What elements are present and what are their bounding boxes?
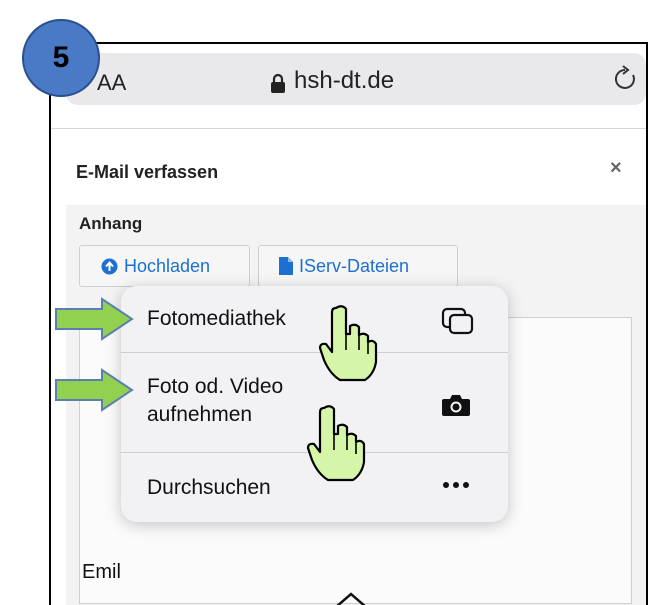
menu-item-label: Fotomediathek <box>147 307 286 330</box>
menu-item-label: Durchsuchen <box>147 476 271 499</box>
close-icon[interactable]: × <box>610 157 622 180</box>
url-domain[interactable]: hsh-dt.de <box>294 67 394 95</box>
modal-title: E-Mail verfassen <box>76 162 219 182</box>
upload-button[interactable]: Hochladen <box>79 245 250 287</box>
step-number-badge: 5 <box>22 19 100 97</box>
camera-icon <box>442 395 470 416</box>
iserv-files-button-label: IServ-Dateien <box>299 255 410 276</box>
iserv-files-button[interactable]: IServ-Dateien <box>258 245 458 287</box>
more-icon <box>443 482 469 488</box>
message-body-text[interactable]: Emil <box>82 561 121 584</box>
attachment-heading: Anhang <box>79 214 143 233</box>
upload-button-label: Hochladen <box>124 255 211 276</box>
address-bar[interactable]: AA hsh-dt.de <box>66 53 646 105</box>
text-size-button[interactable]: AA <box>97 70 126 96</box>
green-arrow-icon <box>55 368 134 412</box>
lock-icon <box>271 73 285 93</box>
photo-library-icon <box>441 307 474 335</box>
file-icon <box>279 257 293 275</box>
hand-pointer-icon <box>318 305 378 382</box>
chevron-up-icon[interactable] <box>334 592 368 605</box>
hand-pointer-icon <box>306 405 366 482</box>
green-arrow-icon <box>55 297 134 341</box>
menu-item-photo-library[interactable]: Fotomediathek <box>121 286 508 353</box>
toolbar-divider <box>51 128 646 129</box>
reload-icon[interactable] <box>612 65 640 93</box>
upload-circle-icon <box>101 258 118 274</box>
